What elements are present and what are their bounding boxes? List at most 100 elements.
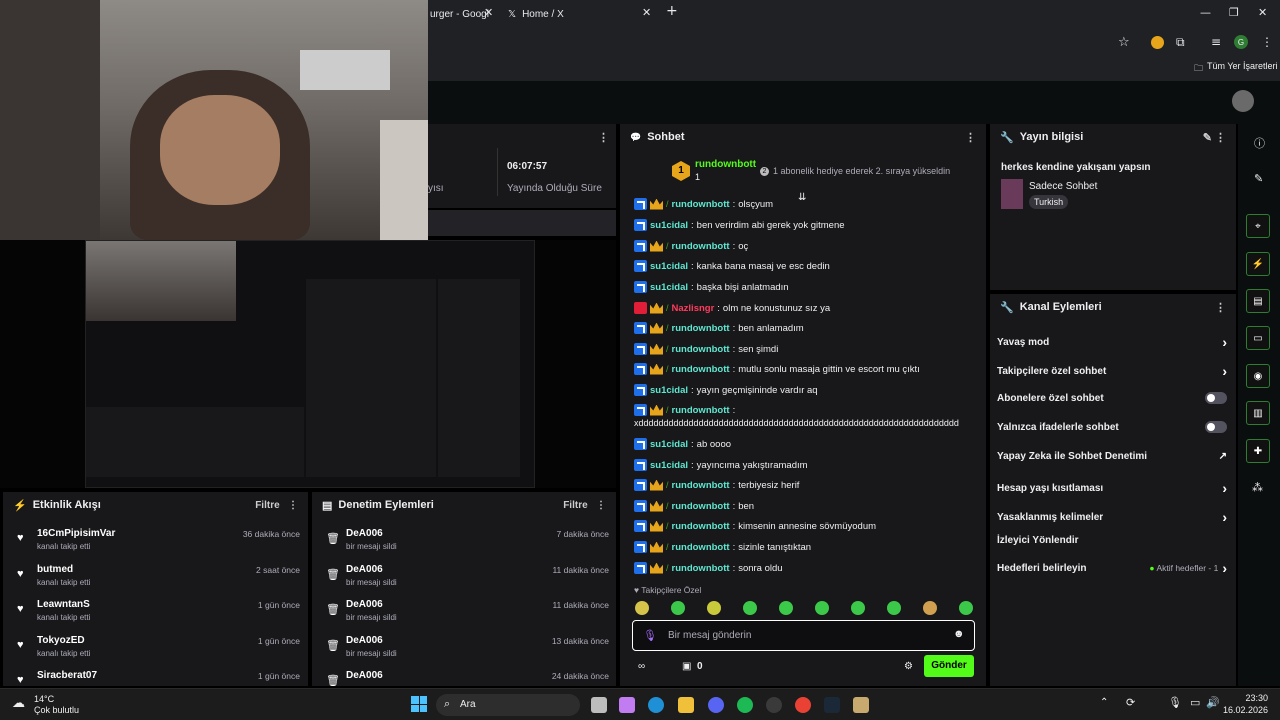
emote-icon[interactable] bbox=[671, 601, 685, 615]
chat-input[interactable]: 🎙 Bir mesaj gönderin ☻ bbox=[632, 620, 975, 651]
document-icon[interactable]: ▤ bbox=[1246, 289, 1270, 313]
chat-username[interactable]: rundownbott bbox=[672, 364, 730, 375]
chat-username[interactable]: rundownbott bbox=[672, 199, 730, 210]
star-icon[interactable]: ☆ bbox=[1118, 35, 1130, 50]
chat-username[interactable]: su1cidal bbox=[650, 439, 688, 450]
user-avatar[interactable] bbox=[1232, 90, 1254, 112]
chat-username[interactable]: Nazlisngr bbox=[672, 303, 715, 314]
scroll-down-icon[interactable]: ⇊ bbox=[798, 192, 806, 203]
task-view-icon[interactable] bbox=[591, 697, 607, 713]
kebab-icon[interactable]: ⋮ bbox=[1215, 301, 1226, 314]
feed-row[interactable]: 🗑 DeA006 bir mesajı sildi 11 dakika önce bbox=[312, 564, 617, 596]
chat-username[interactable]: su1cidal bbox=[650, 385, 688, 396]
emoji-icon[interactable]: ☻ bbox=[953, 628, 965, 640]
feed-username[interactable]: butmed bbox=[37, 564, 73, 575]
profile-avatar[interactable]: G bbox=[1234, 35, 1248, 49]
settings-icon[interactable]: ⚙ bbox=[904, 661, 913, 672]
channel-action-item[interactable]: Hesap yaşı kısıtlaması › bbox=[997, 480, 1227, 496]
feed-row[interactable]: 🗑 DeA006 bir mesajı sildi 11 dakika önce bbox=[312, 599, 617, 631]
feed-username[interactable]: DeA006 bbox=[346, 528, 383, 539]
windows-start-icon[interactable] bbox=[411, 696, 427, 712]
channel-action-item[interactable]: Hedefleri belirleyin ● Aktif hedefler - 1… bbox=[997, 560, 1227, 576]
chat-username[interactable]: rundownbott bbox=[672, 241, 730, 252]
app-icon[interactable] bbox=[766, 697, 782, 713]
chat-username[interactable]: su1cidal bbox=[650, 282, 688, 293]
tab-x[interactable]: 𝕏 Home / X bbox=[508, 4, 648, 24]
filter-button[interactable]: Filtre ⋮ bbox=[563, 500, 606, 511]
chat-username[interactable]: rundownbott bbox=[672, 405, 730, 416]
weather-icon[interactable]: ☁ bbox=[12, 695, 25, 711]
feed-username[interactable]: DeA006 bbox=[346, 670, 383, 681]
channel-action-item[interactable]: İzleyici Yönlendir bbox=[997, 535, 1227, 546]
edit-icon[interactable]: ✎ ⋮ bbox=[1203, 131, 1226, 144]
new-tab-button[interactable]: + bbox=[666, 3, 678, 19]
category-name[interactable]: Sadece Sohbet bbox=[1029, 181, 1097, 192]
emote-icon[interactable] bbox=[779, 601, 793, 615]
explorer-icon[interactable] bbox=[678, 697, 694, 713]
channel-action-item[interactable]: Yalnızca ifadelerle sohbet bbox=[997, 421, 1227, 433]
toggle-switch[interactable] bbox=[1205, 392, 1227, 404]
chrome-icon[interactable] bbox=[795, 697, 811, 713]
clock-date[interactable]: 16.02.2026 bbox=[1220, 705, 1268, 715]
storage-icon[interactable]: ▥ bbox=[1246, 401, 1270, 425]
spotify-icon[interactable] bbox=[737, 697, 753, 713]
media-icon[interactable]: ≡ bbox=[1211, 35, 1221, 49]
channel-action-item[interactable]: Yavaş mod › bbox=[997, 334, 1227, 350]
close-icon[interactable]: ✕ bbox=[642, 6, 651, 19]
extension-icon[interactable] bbox=[1151, 36, 1164, 49]
network-icon[interactable]: ▭ bbox=[1190, 696, 1200, 709]
emote-icon[interactable] bbox=[887, 601, 901, 615]
feed-username[interactable]: DeA006 bbox=[346, 599, 383, 610]
chat-username[interactable]: rundownbott bbox=[672, 521, 730, 532]
feed-row[interactable]: 🗑 DeA006 bir mesajı sildi 13 dakika önce bbox=[312, 635, 617, 667]
feed-row[interactable]: ♥ 16CmPipisimVar kanalı takip etti 36 dakik… bbox=[3, 528, 308, 560]
emote-icon[interactable] bbox=[743, 601, 757, 615]
emote-icon[interactable] bbox=[635, 601, 649, 615]
chat-username[interactable]: rundownbott bbox=[672, 501, 730, 512]
close-icon[interactable]: ✕ bbox=[484, 6, 493, 19]
mic-icon[interactable]: 🎙 bbox=[643, 629, 657, 642]
chat-username[interactable]: rundownbott bbox=[672, 323, 730, 334]
channel-action-item[interactable]: Takipçilere özel sohbet › bbox=[997, 363, 1227, 379]
feed-username[interactable]: DeA006 bbox=[346, 635, 383, 646]
search-box[interactable]: ⌕ Ara bbox=[436, 694, 580, 716]
send-button[interactable]: Gönder bbox=[924, 655, 974, 677]
puzzle-icon[interactable]: ⧉ bbox=[1176, 35, 1185, 50]
copilot-icon[interactable] bbox=[619, 697, 635, 713]
league-icon[interactable] bbox=[853, 697, 869, 713]
points-icon[interactable]: ∞ bbox=[638, 661, 645, 672]
chat-username[interactable]: rundownbott bbox=[672, 480, 730, 491]
emote-icon[interactable] bbox=[959, 601, 973, 615]
tray-chevron-icon[interactable]: ⌃ bbox=[1100, 697, 1108, 708]
emote-icon[interactable] bbox=[707, 601, 721, 615]
chat-username[interactable]: rundownbott bbox=[672, 542, 730, 553]
feed-row[interactable]: 🗑 DeA006 bir mesajı sildi 7 dakika önce bbox=[312, 528, 617, 560]
emote-icon[interactable] bbox=[815, 601, 829, 615]
feed-username[interactable]: 16CmPipisimVar bbox=[37, 528, 115, 539]
feed-row[interactable]: ♥ butmed kanalı takip etti 2 saat önce bbox=[3, 564, 308, 596]
channel-action-item[interactable]: Yapay Zeka ile Sohbet Denetimi ↗ bbox=[997, 451, 1227, 462]
chat-bubble-icon[interactable]: ▭ bbox=[1246, 326, 1270, 350]
maximize-icon[interactable]: ❐ bbox=[1229, 6, 1239, 19]
lightning-icon[interactable]: ⚡ bbox=[1246, 252, 1270, 276]
filter-button[interactable]: Filtre ⋮ bbox=[255, 500, 298, 511]
feed-username[interactable]: TokyozED bbox=[37, 635, 85, 646]
connections-icon[interactable]: ⁂ bbox=[1252, 481, 1263, 494]
toggle-switch[interactable] bbox=[1205, 421, 1227, 433]
chat-username[interactable]: su1cidal bbox=[650, 460, 688, 471]
feed-username[interactable]: Siracberat07 bbox=[37, 670, 97, 681]
pinned-user[interactable]: rundownbott bbox=[695, 159, 756, 170]
chat-username[interactable]: rundownbott bbox=[672, 563, 730, 574]
menu-icon[interactable]: ⋮ bbox=[1261, 35, 1273, 49]
mic-tray-icon[interactable]: 🎙 bbox=[1168, 696, 1182, 709]
feed-username[interactable]: DeA006 bbox=[346, 564, 383, 575]
tools-icon[interactable]: ✚ bbox=[1246, 439, 1270, 463]
sync-icon[interactable]: ⟳ bbox=[1126, 696, 1135, 709]
discord-icon[interactable] bbox=[708, 697, 724, 713]
minimize-icon[interactable]: — bbox=[1200, 6, 1211, 19]
steam-icon[interactable] bbox=[824, 697, 840, 713]
gift-icon[interactable]: ▣ bbox=[682, 661, 691, 672]
clip-icon[interactable]: ⌖ bbox=[1246, 214, 1270, 238]
all-bookmarks[interactable]: 🗀 Tüm Yer İşaretleri bbox=[1194, 61, 1278, 77]
channel-action-item[interactable]: Yasaklanmış kelimeler › bbox=[997, 509, 1227, 525]
